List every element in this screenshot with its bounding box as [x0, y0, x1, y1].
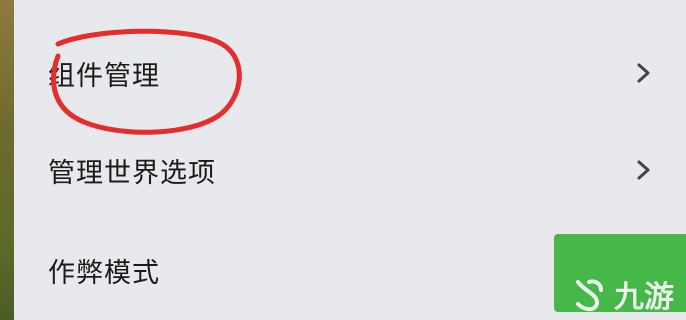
watermark: 九游	[570, 272, 674, 316]
background-edge	[0, 0, 14, 320]
chevron-right-icon	[637, 160, 650, 180]
jiuyou-logo-icon	[576, 279, 603, 312]
settings-item-manage-world-options[interactable]: 管理世界选项	[14, 122, 686, 218]
settings-item-component-management[interactable]: 组件管理	[14, 25, 686, 121]
chevron-right-icon	[637, 63, 650, 83]
settings-item-label: 作弊模式	[48, 257, 160, 289]
settings-panel: 组件管理 管理世界选项 作弊模式 九游	[14, 0, 686, 320]
settings-item-label: 组件管理	[48, 60, 160, 92]
settings-item-label: 管理世界选项	[48, 157, 216, 189]
watermark-text: 九游	[614, 280, 674, 315]
